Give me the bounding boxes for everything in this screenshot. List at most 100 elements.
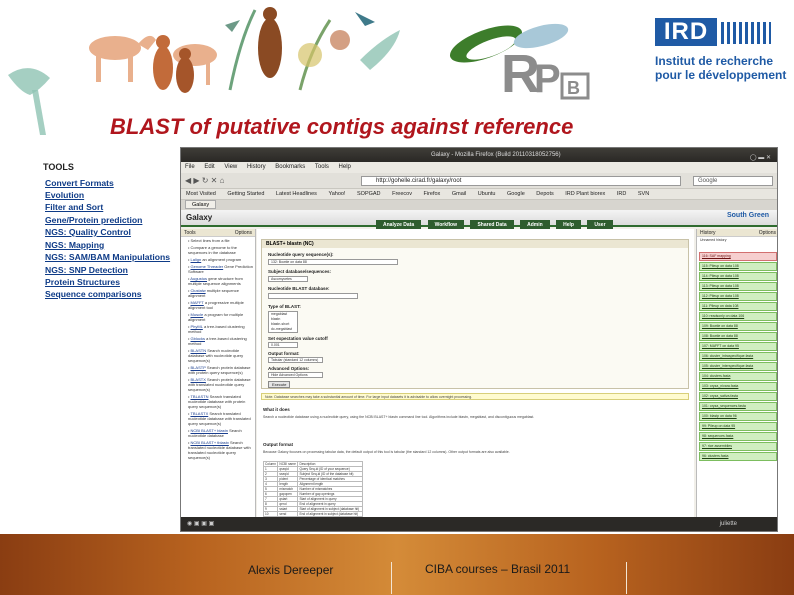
menu-tools[interactable]: Tools [315,164,329,170]
blast-type-list[interactable]: megablast blastn blastn-short dc-megabla… [268,311,298,333]
bookmark-item[interactable]: Ubuntu [478,191,496,197]
bookmark-item[interactable]: Getting Started [227,191,264,197]
galaxy-tool-item[interactable]: • Compare a genome to the sequences in t… [181,244,255,256]
history-item[interactable]: 99: Pileup on data 95 [699,422,777,431]
history-item[interactable]: 111: Pileup on data 108 [699,302,777,311]
history-item-label[interactable]: 110: readsonly on data 106 [702,314,774,318]
bookmark-item[interactable]: SOPGAD [357,191,381,197]
galaxy-tool-item[interactable]: • Augustus gene structure from multiple … [181,275,255,287]
taskbar-apps-icon[interactable]: ◉ ▣ ▣ ▣ [187,521,214,527]
bookmark-item[interactable]: IRD [617,191,626,197]
bookmark-item[interactable]: Google [507,191,525,197]
bookmark-item[interactable]: Freecov [392,191,412,197]
tool-ngs-sam-bam[interactable]: NGS: SAM/BAM Manipulations [45,252,170,262]
history-item-label[interactable]: 111: Pileup on data 108 [702,304,774,308]
history-item-label[interactable]: 101: oryza_sequences.fasta [702,404,774,408]
bookmark-item[interactable]: Firefox [423,191,440,197]
history-item-label[interactable]: 108: Bowtie on data 88 [702,334,774,338]
history-item-label[interactable]: 113: Pileup on data 108 [702,284,774,288]
bookmark-item[interactable]: Most Visited [186,191,216,197]
history-item[interactable]: 116: SAF mapping [699,252,777,261]
galaxy-tool-item[interactable]: • Select lines from a file [181,237,255,244]
bookmark-item[interactable]: Gmail [452,191,466,197]
galaxy-tool-item[interactable]: • Muscle a program for multiple alignmen… [181,311,255,323]
tool-sequence-comparisons[interactable]: Sequence comparisons [45,289,141,299]
history-item-label[interactable]: 109: Bowtie on data 88 [702,324,774,328]
tool-ngs-snp-detection[interactable]: NGS: SNP Detection [45,265,128,275]
history-item-label[interactable]: 105: cluster_interspecifique.fasta [702,364,774,368]
bookmark-item[interactable]: SVN [638,191,649,197]
galaxy-tool-item[interactable]: • TBLASTN Search translated nucleotide d… [181,393,255,410]
tool-filter-and-sort[interactable]: Filter and Sort [45,202,103,212]
galaxy-tool-item[interactable]: • NCBI BLAST+ tblastx Search translated … [181,439,255,461]
tool-evolution[interactable]: Evolution [45,190,84,200]
galaxy-tool-item[interactable]: • PhyML a tree-based clustering method [181,323,255,335]
history-item-label[interactable]: 115: Pileup on data 108 [702,264,774,268]
history-item-label[interactable]: 112: Pileup on data 108 [702,294,774,298]
history-item-label[interactable]: 116: SAF mapping [702,254,774,258]
history-item[interactable]: 107: MAFFT on data 95 [699,342,777,351]
galaxy-tool-item[interactable]: • Genome Threader Gene Prediction Softwa… [181,263,255,275]
subject-select[interactable]: Ascomycetes [268,276,308,282]
galaxy-tool-item[interactable]: • BLASTX Search protein database with tr… [181,376,255,393]
history-item-label[interactable]: 98: sequences.fasta [702,434,774,438]
history-item[interactable]: 108: Bowtie on data 88 [699,332,777,341]
menu-view[interactable]: View [224,164,237,170]
history-item-label[interactable]: 100: blastp on data 96 [702,414,774,418]
bookmark-item[interactable]: IRD Plant biorex [565,191,605,197]
history-item[interactable]: 109: Bowtie on data 88 [699,322,777,331]
galaxy-tool-item[interactable]: • TBLASTX Search translated nucleotide d… [181,410,255,427]
history-item[interactable]: 106: cluster_intraspecifique.fasta [699,352,777,361]
history-item[interactable]: 113: Pileup on data 108 [699,282,777,291]
bookmark-item[interactable]: Depots [536,191,553,197]
menu-history[interactable]: History [247,164,266,170]
galaxy-tool-link[interactable]: Lalign [191,257,202,262]
history-item[interactable]: 112: Pileup on data 108 [699,292,777,301]
history-item-label[interactable]: 104: clusters.fasta [702,374,774,378]
execute-button[interactable]: Execute [268,381,291,388]
tools-options-menu[interactable]: Options [235,229,252,237]
history-options-menu[interactable]: Options [759,229,776,237]
tool-ngs-mapping[interactable]: NGS: Mapping [45,240,104,250]
history-item[interactable]: 96: clusters.fasta [699,452,777,461]
history-item-label[interactable]: 107: MAFFT on data 95 [702,344,774,348]
tool-protein-structures[interactable]: Protein Structures [45,277,120,287]
history-item[interactable]: 103: oryza_nivara.fasta [699,382,777,391]
history-item-label[interactable]: 114: Pileup on data 108 [702,274,774,278]
search-input[interactable]: Google [693,176,773,186]
menu-file[interactable]: File [185,164,195,170]
galaxy-tool-item[interactable]: • BLASTN Search nucleotide database with… [181,347,255,364]
history-item[interactable]: 97: rice assemblies [699,442,777,451]
menu-edit[interactable]: Edit [204,164,214,170]
url-input[interactable]: http://gohelle.cirad.fr/galaxy/root [361,176,681,186]
tool-ngs-quality-control[interactable]: NGS: Quality Control [45,227,131,237]
history-name[interactable]: Unnamed history [697,237,777,251]
history-item-label[interactable]: 103: oryza_nivara.fasta [702,384,774,388]
history-item-label[interactable]: 99: Pileup on data 95 [702,424,774,428]
history-item[interactable]: 104: clusters.fasta [699,372,777,381]
galaxy-tool-item[interactable]: • BLASTP Search protein database with pr… [181,364,255,376]
output-format-select[interactable]: Tabular (standard 12 columns) [268,357,323,363]
history-item[interactable]: 100: blastp on data 96 [699,412,777,421]
galaxy-tool-item[interactable]: • Clustalw multiple sequence alignment [181,287,255,299]
history-item-label[interactable]: 102: oryza_sativa.fasta [702,394,774,398]
query-select[interactable]: 132: Bowtie on data 88 [268,259,398,265]
evalue-input[interactable]: 0.001 [268,342,298,348]
galaxy-tool-item[interactable]: • Gblocks a tree-based clustering method [181,335,255,347]
galaxy-tool-item[interactable]: • MAFFT a progressive multiple alignment… [181,299,255,311]
history-item[interactable]: 98: sequences.fasta [699,432,777,441]
history-item[interactable]: 115: Pileup on data 108 [699,262,777,271]
galaxy-tool-item[interactable]: • NCBI BLAST+ blastn Search nucleotide d… [181,427,255,439]
history-item-label[interactable]: 97: rice assemblies [702,444,774,448]
history-item-label[interactable]: 106: cluster_intraspecifique.fasta [702,354,774,358]
blast-type-option[interactable]: dc-megablast [271,327,297,332]
nav-buttons-icon[interactable]: ◀ ▶ ↻ ✕ ⌂ [185,176,224,185]
menu-bookmarks[interactable]: Bookmarks [275,164,305,170]
history-item[interactable]: 110: readsonly on data 106 [699,312,777,321]
galaxy-logo[interactable]: Galaxy [186,213,212,222]
history-item-label[interactable]: 96: clusters.fasta [702,454,774,458]
database-select[interactable] [268,293,358,299]
history-item[interactable]: 105: cluster_interspecifique.fasta [699,362,777,371]
history-item[interactable]: 114: Pileup on data 108 [699,272,777,281]
history-item[interactable]: 101: oryza_sequences.fasta [699,402,777,411]
